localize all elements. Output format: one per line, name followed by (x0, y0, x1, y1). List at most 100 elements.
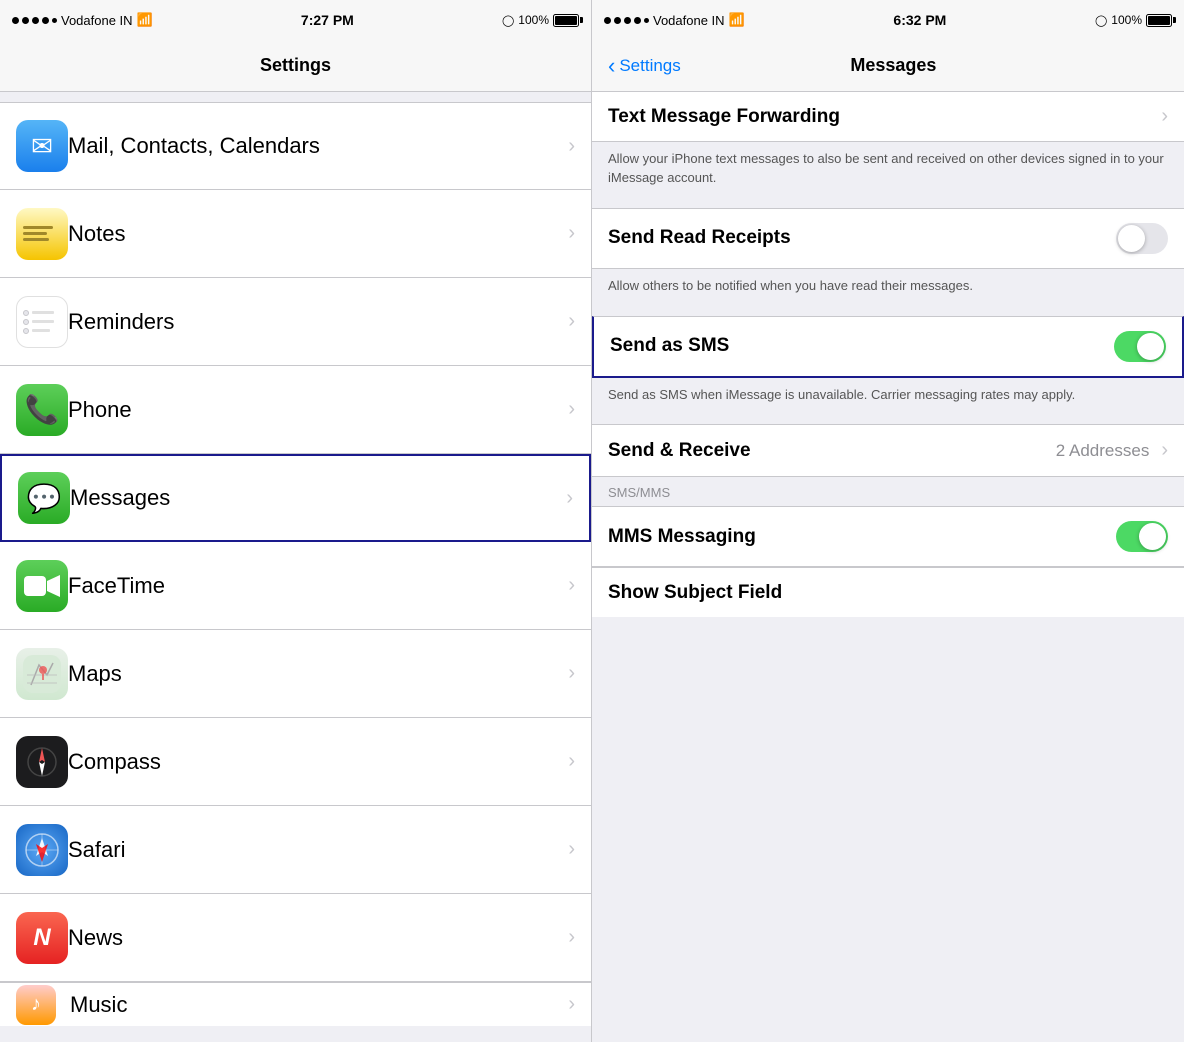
read-receipts-desc-text: Allow others to be notified when you hav… (608, 278, 973, 293)
show-subject-title: Show Subject Field (608, 582, 782, 604)
right-gps-icon: ◯ (1095, 14, 1107, 27)
facetime-chevron: › (568, 574, 575, 597)
forwarding-desc-text: Allow your iPhone text messages to also … (608, 151, 1164, 185)
send-read-receipts-title: Send Read Receipts (608, 227, 791, 249)
settings-list: ✉ Mail, Contacts, Calendars › Notes › (0, 92, 591, 1042)
send-as-sms-description: Send as SMS when iMessage is unavailable… (592, 378, 1184, 415)
rdot4 (634, 17, 641, 24)
mms-messaging-knob (1139, 523, 1166, 550)
text-forwarding-row[interactable]: Text Message Forwarding › (592, 92, 1184, 142)
facetime-icon (16, 560, 68, 612)
rem-row-1 (23, 310, 54, 316)
right-status-right: ◯ 100% (1095, 13, 1172, 27)
compass-icon (16, 736, 68, 788)
maps-chevron: › (568, 662, 575, 685)
maps-icon (16, 648, 68, 700)
sms-mms-header-text: SMS/MMS (608, 485, 670, 500)
rdot2 (614, 17, 621, 24)
right-carrier: Vodafone IN (653, 13, 725, 28)
gps-icon: ◯ (502, 14, 514, 27)
left-time: 7:27 PM (301, 12, 354, 28)
messages-icon: 💬 (18, 472, 70, 524)
settings-item-mail[interactable]: ✉ Mail, Contacts, Calendars › (0, 102, 591, 190)
rem-line-1 (32, 311, 54, 314)
mms-messaging-title: MMS Messaging (608, 526, 756, 548)
sms-mms-header: SMS/MMS (592, 477, 1184, 506)
reminders-chevron: › (568, 310, 575, 333)
mms-messaging-row[interactable]: MMS Messaging (592, 506, 1184, 567)
notes-line-2 (23, 232, 47, 235)
send-receive-value-text: 2 Addresses (1056, 441, 1150, 461)
send-read-receipts-knob (1118, 225, 1145, 252)
send-read-receipts-row[interactable]: Send Read Receipts (592, 208, 1184, 269)
notes-icon (16, 208, 68, 260)
maps-svg (23, 655, 61, 693)
battery-pct: 100% (518, 13, 549, 27)
news-label: News (68, 925, 560, 951)
settings-item-safari[interactable]: Safari › (0, 806, 591, 894)
left-status-bar: Vodafone IN 📶 7:27 PM ◯ 100% (0, 0, 591, 40)
safari-icon (16, 824, 68, 876)
compass-chevron: › (568, 750, 575, 773)
settings-item-compass[interactable]: Compass › (0, 718, 591, 806)
settings-item-reminders[interactable]: Reminders › (0, 278, 591, 366)
back-chevron-icon: ‹ (608, 53, 615, 79)
safari-svg (24, 832, 60, 868)
send-receive-chevron: › (1161, 439, 1168, 462)
safari-chevron: › (568, 838, 575, 861)
rem-dot-2 (23, 319, 29, 325)
dot4 (42, 17, 49, 24)
send-read-receipts-toggle[interactable] (1116, 223, 1168, 254)
send-receive-title: Send & Receive (608, 440, 751, 462)
music-label: Music (70, 992, 560, 1018)
notes-chevron: › (568, 222, 575, 245)
facetime-label: FaceTime (68, 573, 560, 599)
send-as-sms-toggle[interactable] (1114, 331, 1166, 362)
notes-line-3 (23, 238, 49, 241)
left-nav-title: Settings (260, 55, 331, 76)
right-battery-icon (1146, 14, 1172, 27)
news-icon: N (16, 912, 68, 964)
signal-dots (12, 17, 57, 24)
settings-item-maps[interactable]: Maps › (0, 630, 591, 718)
settings-item-news[interactable]: N News › (0, 894, 591, 982)
left-panel: Vodafone IN 📶 7:27 PM ◯ 100% Settings ✉ … (0, 0, 592, 1042)
settings-item-messages[interactable]: 💬 Messages › (0, 454, 591, 542)
settings-item-music-partial[interactable]: ♪ Music › (0, 982, 591, 1026)
settings-item-phone[interactable]: 📞 Phone › (0, 366, 591, 454)
mail-chevron: › (568, 135, 575, 158)
left-nav-bar: Settings (0, 40, 591, 92)
settings-item-facetime[interactable]: FaceTime › (0, 542, 591, 630)
send-as-sms-title: Send as SMS (610, 335, 729, 357)
show-subject-row[interactable]: Show Subject Field (592, 567, 1184, 617)
phone-icon: 📞 (16, 384, 68, 436)
rem-line-2 (32, 320, 54, 323)
rem-dot-1 (23, 310, 29, 316)
dot1 (12, 17, 19, 24)
news-chevron: › (568, 926, 575, 949)
music-chevron: › (568, 993, 575, 1016)
wifi-icon: 📶 (137, 12, 153, 28)
rdot3 (624, 17, 631, 24)
right-panel: Vodafone IN 📶 6:32 PM ◯ 100% ‹ Settings … (592, 0, 1184, 1042)
send-receive-row[interactable]: Send & Receive 2 Addresses › (592, 424, 1184, 477)
right-time: 6:32 PM (893, 12, 946, 28)
phone-chevron: › (568, 398, 575, 421)
send-as-sms-row[interactable]: Send as SMS (592, 316, 1184, 378)
right-wifi-icon: 📶 (729, 12, 745, 28)
messages-chevron: › (566, 487, 573, 510)
compass-svg (24, 744, 60, 780)
settings-item-notes[interactable]: Notes › (0, 190, 591, 278)
mail-label: Mail, Contacts, Calendars (68, 133, 560, 159)
text-forwarding-title: Text Message Forwarding (608, 106, 840, 128)
battery-fill (555, 16, 577, 25)
back-label: Settings (619, 56, 680, 76)
right-battery-pct: 100% (1111, 13, 1142, 27)
notes-line-1 (23, 226, 53, 229)
rdot5 (644, 18, 649, 23)
phone-label: Phone (68, 397, 560, 423)
left-status-left: Vodafone IN 📶 (12, 12, 153, 28)
notes-label: Notes (68, 221, 560, 247)
mms-messaging-toggle[interactable] (1116, 521, 1168, 552)
back-button[interactable]: ‹ Settings (608, 53, 681, 79)
